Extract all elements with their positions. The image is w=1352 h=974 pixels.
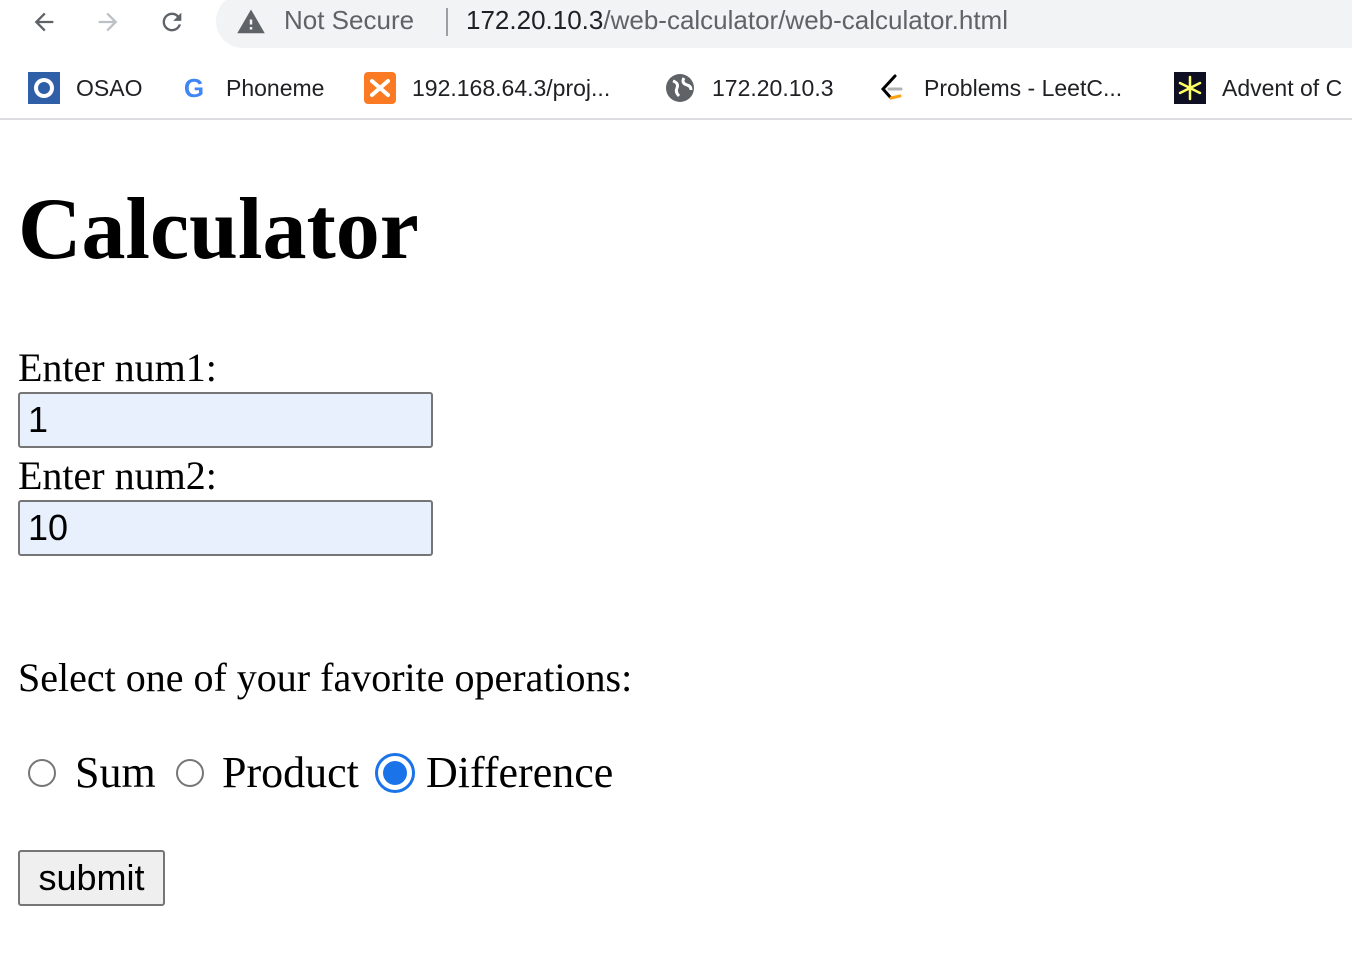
- arrow-left-icon: [34, 12, 54, 32]
- submit-button[interactable]: submit: [18, 850, 165, 906]
- forward-button[interactable]: [88, 2, 128, 42]
- bookmark-localhost[interactable]: 172.20.10.3: [664, 72, 834, 104]
- radio-product[interactable]: [176, 759, 204, 787]
- bookmark-label: Advent of C: [1222, 74, 1343, 101]
- radio-label-sum[interactable]: Sum: [75, 748, 156, 798]
- bookmark-label: 172.20.10.3: [712, 74, 834, 101]
- bookmarks-bar: OSAO G Phoneme 192.168.64.3/proj... 172.…: [0, 62, 1352, 120]
- omnibox-divider: [446, 8, 448, 36]
- security-label[interactable]: Not Secure: [284, 5, 414, 36]
- address-bar[interactable]: Not Secure 172.20.10.3/web-calculator/we…: [216, 0, 1352, 48]
- browser-toolbar: Not Secure 172.20.10.3/web-calculator/we…: [0, 0, 1352, 56]
- reload-icon: [162, 12, 182, 32]
- arrow-right-icon: [98, 12, 118, 32]
- google-icon: G: [178, 72, 210, 104]
- url-host: 172.20.10.3: [466, 5, 604, 35]
- bookmark-label: Phoneme: [226, 74, 325, 101]
- bookmark-xampp[interactable]: 192.168.64.3/proj...: [364, 72, 610, 104]
- page-title: Calculator: [18, 181, 419, 278]
- bookmark-phoneme[interactable]: G Phoneme: [178, 72, 325, 104]
- bookmark-advent[interactable]: Advent of C: [1174, 72, 1342, 104]
- url-path: /web-calculator/web-calculator.html: [603, 5, 1008, 35]
- radio-difference[interactable]: [375, 753, 415, 793]
- operations-prompt: Select one of your favorite operations:: [18, 655, 633, 700]
- num2-input[interactable]: [18, 500, 433, 556]
- bookmark-label: OSAO: [76, 74, 143, 101]
- reload-button[interactable]: [152, 2, 192, 42]
- radio-label-product[interactable]: Product: [222, 748, 359, 798]
- osao-icon: [28, 72, 60, 104]
- svg-text:G: G: [184, 73, 204, 103]
- bookmark-label: Problems - LeetC...: [924, 74, 1123, 101]
- leetcode-icon: [876, 72, 908, 104]
- advent-star-icon: [1174, 72, 1206, 104]
- num1-input[interactable]: [18, 392, 433, 448]
- globe-icon: [664, 72, 696, 104]
- radio-label-difference[interactable]: Difference: [426, 748, 613, 798]
- num1-label: Enter num1:: [18, 345, 217, 390]
- back-button[interactable]: [24, 2, 64, 42]
- xampp-icon: [364, 72, 396, 104]
- url-text[interactable]: 172.20.10.3/web-calculator/web-calculato…: [466, 5, 1008, 36]
- bookmark-leetcode[interactable]: Problems - LeetC...: [876, 72, 1122, 104]
- num2-label: Enter num2:: [18, 453, 217, 498]
- bookmark-osao[interactable]: OSAO: [28, 72, 142, 104]
- warning-icon: [237, 9, 265, 34]
- bookmark-label: 192.168.64.3/proj...: [412, 74, 611, 101]
- radio-sum[interactable]: [28, 759, 56, 787]
